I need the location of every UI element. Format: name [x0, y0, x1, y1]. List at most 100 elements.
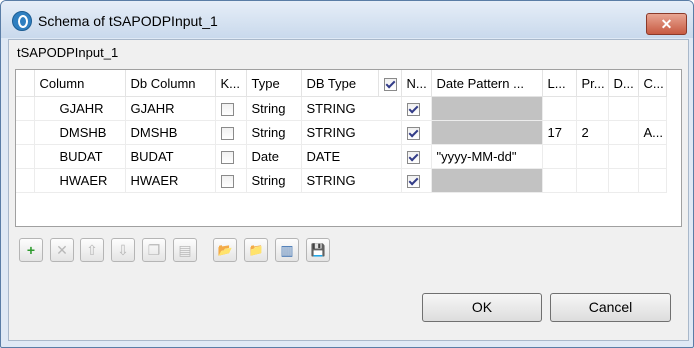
table-row[interactable]: DMSHB DMSHB String STRING 17 2 A... — [16, 120, 667, 145]
key-checkbox[interactable] — [220, 103, 234, 117]
key-cell[interactable] — [215, 120, 247, 145]
key-cell[interactable] — [215, 96, 247, 121]
column-header-comment[interactable]: C... — [638, 70, 667, 97]
paste-button[interactable]: ▤ — [173, 238, 197, 262]
length-cell[interactable] — [542, 168, 577, 193]
db-column-cell[interactable]: BUDAT — [125, 144, 216, 169]
length-cell[interactable] — [542, 144, 577, 169]
type-cell[interactable]: String — [246, 168, 302, 193]
nullable-cell[interactable] — [401, 96, 432, 121]
row-header[interactable] — [16, 144, 35, 169]
length-cell[interactable] — [542, 96, 577, 121]
reset-icon: ▥ — [280, 242, 294, 258]
db-column-cell[interactable]: DMSHB — [125, 120, 216, 145]
row-header[interactable] — [16, 96, 35, 121]
reset-button[interactable]: ▥ — [275, 238, 299, 262]
close-button[interactable]: ✕ — [646, 13, 687, 35]
ok-button[interactable]: OK — [422, 293, 542, 322]
table-row[interactable]: BUDAT BUDAT Date DATE "yyyy-MM-dd" — [16, 144, 667, 169]
import-icon: 📂 — [217, 243, 233, 257]
date-pattern-cell — [431, 120, 543, 145]
nullable-cell[interactable] — [401, 168, 432, 193]
default-cell[interactable] — [608, 96, 639, 121]
table-header-row: Column Db Column K... Type DB Type N... … — [16, 70, 667, 97]
nullable-cell[interactable] — [401, 144, 432, 169]
row-header-corner — [16, 70, 35, 97]
db-column-cell[interactable]: GJAHR — [125, 96, 216, 121]
column-header-default[interactable]: D... — [608, 70, 639, 97]
move-down-icon: ⇩ — [117, 242, 129, 258]
comment-cell[interactable] — [638, 96, 667, 121]
column-header-length[interactable]: L... — [542, 70, 577, 97]
column-name-cell[interactable]: HWAER — [34, 168, 126, 193]
default-cell[interactable] — [608, 144, 639, 169]
nullable-checkbox[interactable] — [406, 127, 420, 141]
type-cell[interactable]: String — [246, 96, 302, 121]
row-header[interactable] — [16, 168, 35, 193]
key-checkbox[interactable] — [220, 127, 234, 141]
precision-cell[interactable] — [576, 144, 609, 169]
type-cell[interactable]: Date — [246, 144, 302, 169]
key-checkbox[interactable] — [220, 175, 234, 189]
nullable-checkbox[interactable] — [406, 103, 420, 117]
db-type-cell[interactable]: STRING — [301, 168, 402, 193]
column-header-type[interactable]: Type — [246, 70, 302, 97]
export-button[interactable]: 📁 — [244, 238, 268, 262]
row-header[interactable] — [16, 120, 35, 145]
save-button[interactable]: 💾 — [306, 238, 330, 262]
export-icon: 📁 — [248, 243, 264, 257]
move-up-button[interactable]: ⇧ — [80, 238, 104, 262]
remove-button[interactable]: ✕ — [50, 238, 74, 262]
type-cell[interactable]: String — [246, 120, 302, 145]
default-cell[interactable] — [608, 168, 639, 193]
paste-icon: ▤ — [178, 242, 192, 258]
column-name-cell[interactable]: BUDAT — [34, 144, 126, 169]
cancel-button[interactable]: Cancel — [550, 293, 671, 322]
column-name-cell[interactable]: DMSHB — [34, 120, 126, 145]
date-pattern-cell[interactable]: "yyyy-MM-dd" — [431, 144, 543, 169]
key-cell[interactable] — [215, 144, 247, 169]
table-row[interactable]: HWAER HWAER String STRING — [16, 168, 667, 193]
db-column-cell[interactable]: HWAER — [125, 168, 216, 193]
schema-grid: Column Db Column K... Type DB Type N... … — [16, 70, 667, 193]
move-down-button[interactable]: ⇩ — [111, 238, 135, 262]
db-type-cell[interactable]: STRING — [301, 96, 402, 121]
key-cell[interactable] — [215, 168, 247, 193]
add-button[interactable]: + — [19, 238, 43, 262]
nullable-checkbox[interactable] — [406, 175, 420, 189]
comment-cell[interactable] — [638, 168, 667, 193]
comment-cell[interactable]: A... — [638, 120, 667, 145]
column-header-precision[interactable]: Pr... — [576, 70, 609, 97]
db-type-cell[interactable]: DATE — [301, 144, 402, 169]
length-cell[interactable]: 17 — [542, 120, 577, 145]
column-header-nullable-checkbox[interactable] — [378, 70, 402, 97]
precision-cell[interactable] — [576, 168, 609, 193]
remove-icon: ✕ — [56, 242, 68, 258]
save-icon: 💾 — [310, 243, 326, 257]
date-pattern-cell — [431, 96, 543, 121]
default-cell[interactable] — [608, 120, 639, 145]
title-bar[interactable]: Schema of tSAPODPInput_1 ✕ — [1, 1, 693, 38]
column-header-db-column[interactable]: Db Column — [125, 70, 216, 97]
nullable-cell[interactable] — [401, 120, 432, 145]
key-checkbox[interactable] — [220, 151, 234, 165]
nullable-checkbox[interactable] — [406, 151, 420, 165]
copy-icon: ❐ — [147, 242, 161, 258]
column-header-date-pattern[interactable]: Date Pattern ... — [431, 70, 543, 97]
column-header-nullable[interactable]: N... — [401, 70, 432, 97]
component-name: tSAPODPInput_1 — [17, 45, 119, 60]
precision-cell[interactable]: 2 — [576, 120, 609, 145]
close-icon: ✕ — [660, 16, 673, 32]
precision-cell[interactable] — [576, 96, 609, 121]
table-row[interactable]: GJAHR GJAHR String STRING — [16, 96, 667, 121]
schema-table: Column Db Column K... Type DB Type N... … — [15, 69, 682, 227]
column-header-db-type[interactable]: DB Type — [301, 70, 379, 97]
column-header-key[interactable]: K... — [215, 70, 247, 97]
column-name-cell[interactable]: GJAHR — [34, 96, 126, 121]
select-all-nullable-checkbox[interactable] — [383, 77, 397, 91]
import-button[interactable]: 📂 — [213, 238, 237, 262]
copy-button[interactable]: ❐ — [142, 238, 166, 262]
comment-cell[interactable] — [638, 144, 667, 169]
db-type-cell[interactable]: STRING — [301, 120, 402, 145]
column-header-column[interactable]: Column — [34, 70, 126, 97]
